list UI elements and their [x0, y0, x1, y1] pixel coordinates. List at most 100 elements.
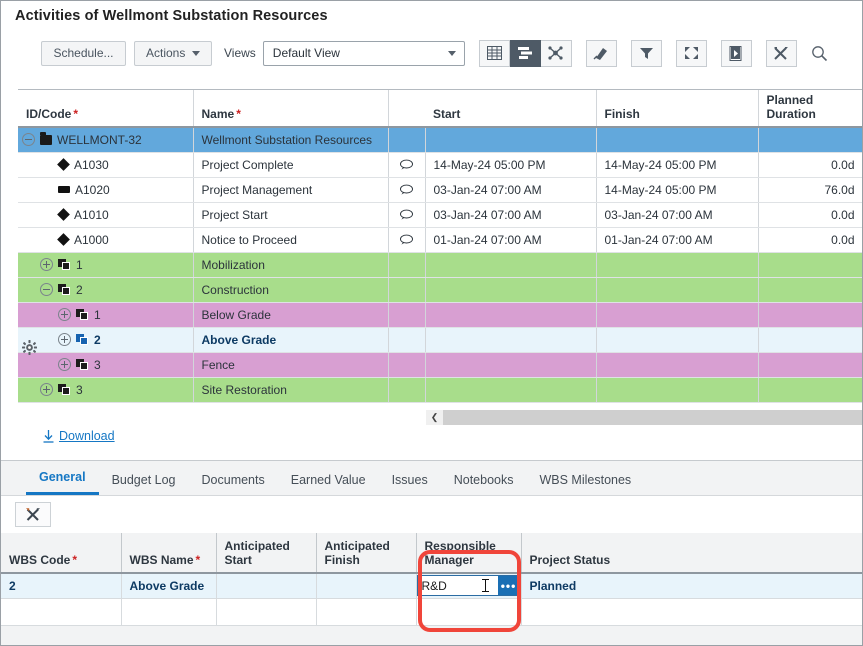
settings-tools-icon [26, 508, 40, 521]
grid-row[interactable]: A1010 Project Start 03-Jan-24 07:00 AM 03-J… [18, 202, 862, 228]
tab-wbs-milestones[interactable]: WBS Milestones [526, 473, 644, 495]
cell-planned-duration: 76.0d [758, 177, 862, 203]
tab-issues[interactable]: Issues [379, 473, 441, 495]
grid-row[interactable]: A1000 Notice to Proceed 01-Jan-24 07:00 AM… [18, 227, 862, 253]
export-pdf-icon-button[interactable] [720, 39, 752, 67]
cell-notes [388, 127, 426, 153]
detail-settings-tools-icon-button[interactable] [15, 502, 51, 527]
grid-row[interactable]: 2 Construction [18, 277, 862, 303]
gantt-view-icon-button[interactable] [509, 39, 541, 67]
cell-notes[interactable] [388, 227, 426, 253]
grid-row[interactable]: 3 Fence [18, 352, 862, 378]
comment-bubble-icon[interactable] [399, 234, 414, 245]
detail-column-header-anticipated-finish[interactable]: Anticipated Finish [316, 533, 417, 574]
cell-id-code: A1020 [18, 177, 194, 203]
expand-row-icon[interactable] [58, 358, 71, 371]
column-header-id-code[interactable]: ID/Code * [18, 90, 194, 128]
grid-row[interactable]: A1020 Project Management 03-Jan-24 07:00 A… [18, 177, 862, 203]
filter-icon-button[interactable] [630, 39, 662, 67]
actions-button[interactable]: Actions [134, 40, 212, 66]
detail-column-header-responsible-manager[interactable]: Responsible Manager [416, 533, 522, 574]
cell-planned-duration [758, 127, 862, 153]
cell-name: Construction [193, 277, 389, 303]
column-label: Anticipated Start [224, 539, 290, 567]
cell-notes [388, 327, 426, 353]
grid-row[interactable]: 1 Mobilization [18, 252, 862, 278]
cell-notes[interactable] [388, 152, 426, 178]
detail-table-row[interactable]: 2 Above Grade R&D ••• Planned [1, 573, 862, 599]
detail-column-header-anticipated-start[interactable]: Anticipated Start [216, 533, 317, 574]
grid-row[interactable]: A1030 Project Complete 14-May-24 05:00 PM 1… [18, 152, 862, 178]
cell-planned-duration: 0.0d [758, 152, 862, 178]
detail-column-header-wbs-code[interactable]: WBS Code * [1, 533, 122, 574]
row-id-label: 3 [94, 357, 101, 372]
empty-cell [316, 598, 417, 626]
grid-row[interactable]: 2 Above Grade [18, 327, 862, 353]
tab-earned-value[interactable]: Earned Value [278, 473, 379, 495]
column-header-name[interactable]: Name * [193, 90, 389, 128]
column-label: Name [201, 107, 235, 121]
grid-row[interactable]: 1 Below Grade [18, 302, 862, 328]
highlight-icon-button[interactable] [585, 39, 617, 67]
column-header-notes[interactable] [388, 90, 425, 128]
view-mode-group [478, 39, 572, 67]
expand-row-icon[interactable] [58, 333, 71, 346]
gear-icon[interactable] [22, 340, 37, 355]
grid-row[interactable]: WELLMONT-32 Wellmont Substation Resources [18, 127, 862, 153]
responsible-manager-browse-button[interactable]: ••• [497, 576, 520, 596]
schedule-button[interactable]: Schedule... [41, 40, 126, 66]
column-header-planned-duration[interactable]: Planned Duration [758, 90, 862, 128]
cell-notes [388, 277, 426, 303]
collapse-row-icon[interactable] [22, 133, 35, 147]
cell-notes[interactable] [388, 177, 426, 203]
collapse-row-icon[interactable] [40, 283, 53, 296]
expand-row-icon[interactable] [40, 258, 53, 271]
empty-cell [216, 598, 317, 626]
tab-general[interactable]: General [26, 470, 99, 495]
column-header-start[interactable]: Start [425, 90, 597, 128]
comment-bubble-icon[interactable] [399, 209, 414, 220]
required-marker: * [236, 107, 241, 121]
cell-planned-duration [758, 277, 862, 303]
settings-tools-icon-button[interactable] [765, 39, 797, 67]
search-icon-button[interactable] [811, 45, 828, 62]
activities-grid: ID/Code * Name * Start Finish Planned Dura… [18, 89, 862, 403]
comment-bubble-icon[interactable] [399, 184, 414, 195]
empty-cell [121, 598, 217, 626]
cell-finish: 14-May-24 05:00 PM [596, 177, 759, 203]
network-view-icon-button[interactable] [540, 39, 572, 67]
cell-responsible-manager[interactable]: R&D ••• [416, 573, 522, 599]
table-view-icon-button[interactable] [478, 39, 510, 67]
expand-icon-button[interactable] [675, 39, 707, 67]
grid-horizontal-scrollbar[interactable]: ❮ [426, 410, 862, 425]
cell-notes[interactable] [388, 202, 426, 228]
views-select[interactable]: Default View [262, 40, 465, 66]
scroll-left-button[interactable]: ❮ [426, 410, 443, 425]
download-link[interactable]: Download [43, 429, 115, 443]
responsible-manager-editor[interactable]: R&D ••• [416, 575, 521, 597]
column-header-finish[interactable]: Finish [596, 90, 759, 128]
gantt-view-icon [517, 47, 532, 59]
cell-id-code: A1010 [18, 202, 194, 228]
column-label: WBS Name [129, 553, 194, 567]
responsible-manager-input[interactable]: R&D [418, 579, 477, 593]
column-label: ID/Code [26, 107, 72, 121]
detail-empty-row[interactable] [1, 598, 862, 626]
tab-documents[interactable]: Documents [189, 473, 278, 495]
detail-column-header-wbs-name[interactable]: WBS Name * [121, 533, 217, 574]
grid-row[interactable]: 3 Site Restoration [18, 377, 862, 403]
tab-notebooks[interactable]: Notebooks [441, 473, 527, 495]
cell-wbs-code: 2 [1, 573, 122, 599]
tab-budget-log[interactable]: Budget Log [99, 473, 189, 495]
column-label: Responsible Manager [424, 539, 496, 567]
expand-row-icon[interactable] [58, 308, 71, 321]
column-label: Finish [604, 107, 640, 121]
comment-bubble-icon[interactable] [399, 159, 414, 170]
cell-start [425, 127, 597, 153]
cell-id-code: 2 [18, 327, 194, 353]
cell-id-code: 2 [18, 277, 194, 303]
detail-column-header-project-status[interactable]: Project Status [521, 533, 862, 574]
expand-row-icon[interactable] [40, 383, 53, 396]
cell-wbs-name: Above Grade [121, 573, 217, 599]
cell-id-code: 1 [18, 252, 194, 278]
